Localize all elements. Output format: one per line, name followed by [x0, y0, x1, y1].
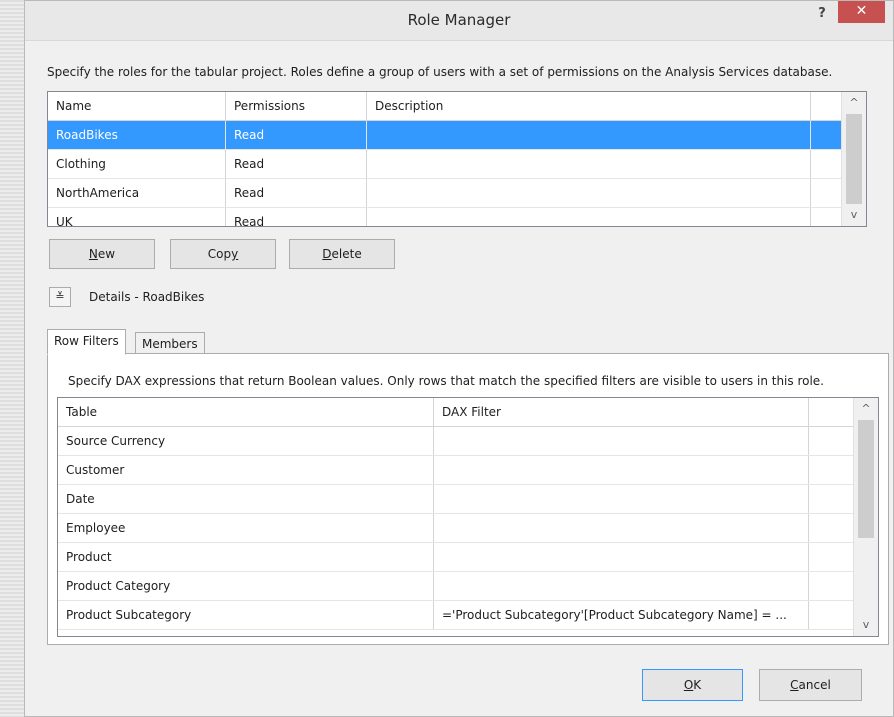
dialog-title: Role Manager: [407, 11, 511, 29]
details-toggle-button[interactable]: ≚: [49, 287, 71, 307]
role-permissions-cell[interactable]: Read: [226, 121, 367, 149]
close-icon: ✕: [855, 3, 868, 19]
column-header-name[interactable]: Name: [48, 92, 226, 120]
ok-label-rest: K: [693, 678, 702, 692]
tab-row-filters[interactable]: Row Filters: [47, 329, 126, 355]
column-header-permissions[interactable]: Permissions: [226, 92, 367, 120]
roles-description: Specify the roles for the tabular projec…: [47, 65, 833, 79]
filter-row[interactable]: Product: [58, 543, 853, 572]
filter-row[interactable]: Employee: [58, 514, 853, 543]
delete-access-key: D: [322, 247, 332, 261]
scroll-thumb[interactable]: [846, 114, 862, 204]
role-description-cell[interactable]: [367, 179, 811, 207]
scroll-down-icon[interactable]: v: [854, 614, 878, 636]
background-stripes: [0, 0, 24, 717]
scroll-thumb[interactable]: [858, 420, 874, 538]
filter-row[interactable]: Customer: [58, 456, 853, 485]
chevron-double-down-icon: ≚: [55, 290, 65, 303]
role-description-cell[interactable]: [367, 121, 811, 149]
filter-dax-cell[interactable]: [434, 572, 809, 600]
ok-access-key: O: [683, 678, 694, 692]
filter-row[interactable]: Source Currency: [58, 427, 853, 456]
filter-dax-cell[interactable]: [434, 485, 809, 513]
roles-grid-scrollbar[interactable]: ^ v: [841, 92, 866, 226]
role-name-cell[interactable]: RoadBikes: [48, 121, 226, 149]
filter-row[interactable]: Product Subcategory ='Product Subcategor…: [58, 601, 853, 630]
role-description-cell[interactable]: [367, 150, 811, 178]
role-row-roadbikes[interactable]: RoadBikes Read: [48, 121, 841, 150]
delete-role-button[interactable]: Delete: [289, 239, 395, 269]
delete-label-rest: elete: [331, 247, 362, 261]
copy-access-key: y: [231, 247, 239, 261]
filter-dax-cell[interactable]: ='Product Subcategory'[Product Subcatego…: [434, 601, 809, 629]
cancel-label-rest: ancel: [798, 678, 831, 692]
row-filters-grid: Table DAX Filter Source Currency Custome…: [57, 397, 879, 637]
column-header-description[interactable]: Description: [367, 92, 811, 120]
new-access-key: N: [88, 247, 98, 261]
filter-table-cell[interactable]: Product Subcategory: [58, 601, 434, 629]
role-description-cell[interactable]: [367, 208, 811, 226]
details-label: Details - RoadBikes: [89, 290, 205, 304]
scroll-up-icon[interactable]: ^: [842, 92, 866, 114]
filter-table-cell[interactable]: Date: [58, 485, 434, 513]
close-button[interactable]: ✕: [838, 1, 885, 23]
filter-row[interactable]: Product Category: [58, 572, 853, 601]
filter-table-cell[interactable]: Customer: [58, 456, 434, 484]
filter-table-cell[interactable]: Product Category: [58, 572, 434, 600]
filter-row[interactable]: Date: [58, 485, 853, 514]
cancel-button[interactable]: Cancel: [759, 669, 862, 701]
filter-table-cell[interactable]: Product: [58, 543, 434, 571]
roles-grid: Name Permissions Description RoadBikes R…: [47, 91, 867, 227]
role-row-uk[interactable]: UK Read: [48, 208, 841, 226]
role-name-cell[interactable]: UK: [48, 208, 226, 226]
role-row-northamerica[interactable]: NorthAmerica Read: [48, 179, 841, 208]
role-permissions-cell[interactable]: Read: [226, 150, 367, 178]
role-name-cell[interactable]: Clothing: [48, 150, 226, 178]
roles-grid-header: Name Permissions Description: [48, 92, 841, 121]
role-row-clothing[interactable]: Clothing Read: [48, 150, 841, 179]
row-filters-description: Specify DAX expressions that return Bool…: [68, 374, 824, 388]
help-button[interactable]: ?: [811, 3, 833, 25]
copy-label-start: Cop: [207, 247, 232, 261]
filter-dax-cell[interactable]: [434, 427, 809, 455]
role-name-cell[interactable]: NorthAmerica: [48, 179, 226, 207]
cancel-access-key: C: [790, 678, 799, 692]
row-filters-header: Table DAX Filter: [58, 398, 853, 427]
title-bar: Role Manager ? ✕: [25, 1, 893, 41]
row-filters-scrollbar[interactable]: ^ v: [853, 398, 878, 636]
row-filters-grid-body: Table DAX Filter Source Currency Custome…: [58, 398, 853, 636]
column-header-dax-filter[interactable]: DAX Filter: [434, 398, 809, 426]
filter-table-cell[interactable]: Source Currency: [58, 427, 434, 455]
scroll-down-icon[interactable]: v: [842, 204, 866, 226]
role-permissions-cell[interactable]: Read: [226, 179, 367, 207]
column-header-table[interactable]: Table: [58, 398, 434, 426]
ok-button[interactable]: OK: [642, 669, 743, 701]
filter-dax-cell[interactable]: [434, 456, 809, 484]
role-permissions-cell[interactable]: Read: [226, 208, 367, 226]
roles-grid-body: Name Permissions Description RoadBikes R…: [48, 92, 841, 226]
new-label-rest: ew: [97, 247, 116, 261]
filter-dax-cell[interactable]: [434, 514, 809, 542]
new-role-button[interactable]: New: [49, 239, 155, 269]
copy-role-button[interactable]: Copy: [170, 239, 276, 269]
filter-dax-cell[interactable]: [434, 543, 809, 571]
scroll-up-icon[interactable]: ^: [854, 398, 878, 420]
filter-table-cell[interactable]: Employee: [58, 514, 434, 542]
role-manager-dialog: Role Manager ? ✕ Specify the roles for t…: [24, 0, 894, 717]
